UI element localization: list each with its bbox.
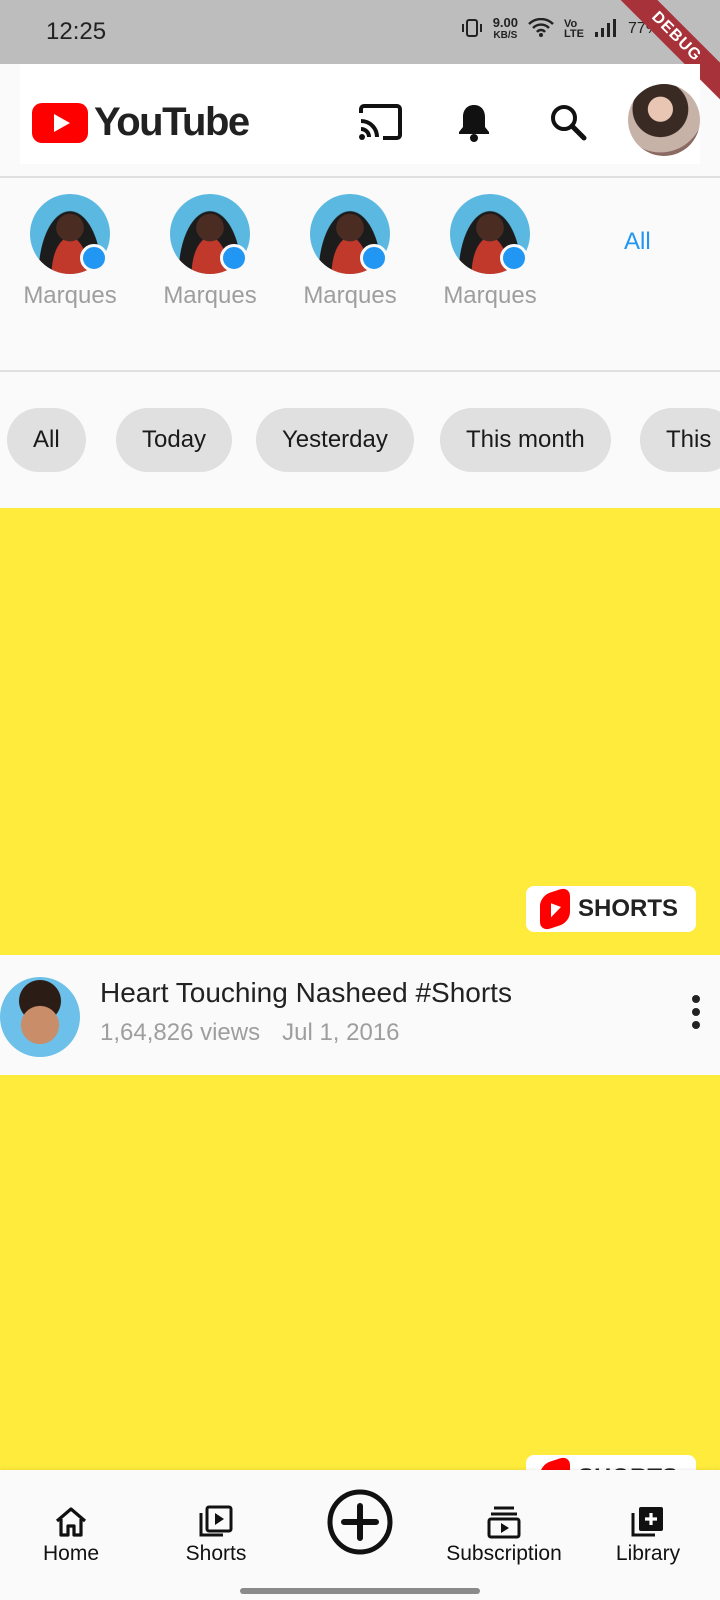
video-title[interactable]: Heart Touching Nasheed #Shorts: [100, 977, 512, 1009]
channel-name: Marques: [23, 282, 117, 309]
chip-this-month[interactable]: This month: [440, 408, 611, 472]
subscription-channel[interactable]: Marques: [20, 194, 120, 310]
new-content-dot: [220, 244, 248, 272]
status-icons: 9.00 KB/S Vo LTE 77%: [461, 16, 660, 42]
more-options-icon[interactable]: [680, 995, 712, 1035]
publish-date: Jul 1, 2016: [282, 1019, 400, 1046]
youtube-logo[interactable]: YouTube: [32, 100, 250, 145]
nav-home[interactable]: Home: [1, 1504, 141, 1566]
library-icon: [578, 1504, 718, 1540]
new-content-dot: [80, 244, 108, 272]
subscriptions-strip: Marques Marques Marques Marques All: [0, 180, 720, 370]
nav-home-label: Home: [42, 1542, 100, 1565]
shorts-logo-icon: [540, 886, 570, 932]
video-thumbnail[interactable]: SHORTS: [0, 508, 720, 956]
signal-icon: [594, 18, 618, 41]
nav-shorts[interactable]: Shorts: [146, 1504, 286, 1566]
network-speed: 9.00 KB/S: [493, 16, 518, 42]
channel-name: Marques: [163, 282, 257, 309]
network-speed-value: 9.00: [492, 15, 518, 30]
channel-avatar: [30, 194, 110, 274]
home-icon: [1, 1504, 141, 1540]
notifications-icon[interactable]: [450, 98, 498, 146]
header-divider: [0, 176, 720, 178]
view-count: 1,64,826 views: [100, 1019, 261, 1046]
chip-all[interactable]: All: [7, 408, 86, 472]
chip-this[interactable]: This: [640, 408, 720, 472]
status-time: 12:25: [46, 18, 107, 45]
channel-avatar: [450, 194, 530, 274]
video-subtitle: 1,64,826 views Jul 1, 2016: [100, 1019, 400, 1047]
filter-chips: All Today Yesterday This month This: [0, 408, 720, 472]
bottom-navigation: Home Shorts Subscription Library: [0, 1470, 720, 1600]
new-content-dot: [360, 244, 388, 272]
nav-shorts-label: Shorts: [185, 1542, 247, 1565]
channel-name: Marques: [303, 282, 397, 309]
account-avatar[interactable]: [628, 84, 700, 156]
wifi-icon: [528, 17, 554, 41]
chip-yesterday[interactable]: Yesterday: [256, 408, 414, 472]
search-icon[interactable]: [544, 98, 592, 146]
create-icon[interactable]: [326, 1488, 394, 1556]
vibrate-icon: [461, 17, 483, 42]
youtube-logo-text: YouTube: [94, 100, 250, 144]
status-bar: 12:25 9.00 KB/S Vo LTE 77% DEBUG: [0, 0, 720, 103]
app-bar: YouTube: [20, 64, 700, 164]
video-meta: Heart Touching Nasheed #Shorts 1,64,826 …: [0, 955, 720, 1075]
channel-avatar[interactable]: [0, 977, 80, 1057]
subscription-channel[interactable]: Marques: [440, 194, 540, 310]
volte-icon: Vo LTE: [564, 18, 584, 40]
cast-icon[interactable]: [356, 98, 404, 146]
shorts-badge: SHORTS: [526, 886, 696, 932]
channel-avatar: [310, 194, 390, 274]
nav-subscription-label: Subscription: [446, 1542, 562, 1565]
network-speed-unit: KB/S: [493, 30, 518, 41]
video-thumbnail[interactable]: SHORTS: [0, 1075, 720, 1501]
nav-library[interactable]: Library: [578, 1504, 718, 1566]
nav-subscription[interactable]: Subscription: [434, 1504, 574, 1566]
nav-library-label: Library: [615, 1542, 681, 1565]
channel-name: Marques: [443, 282, 537, 309]
subscription-channel[interactable]: Marques: [160, 194, 260, 310]
subscription-channel[interactable]: Marques: [300, 194, 400, 310]
shorts-badge-label: SHORTS: [578, 895, 679, 922]
channel-avatar: [170, 194, 250, 274]
youtube-play-icon: [32, 102, 88, 143]
subs-divider: [0, 370, 720, 372]
shorts-icon: [146, 1504, 286, 1540]
new-content-dot: [500, 244, 528, 272]
chip-today[interactable]: Today: [116, 408, 233, 472]
all-subscriptions-link[interactable]: All: [624, 228, 651, 256]
gesture-handle: [240, 1588, 480, 1594]
subscriptions-icon: [434, 1504, 574, 1540]
